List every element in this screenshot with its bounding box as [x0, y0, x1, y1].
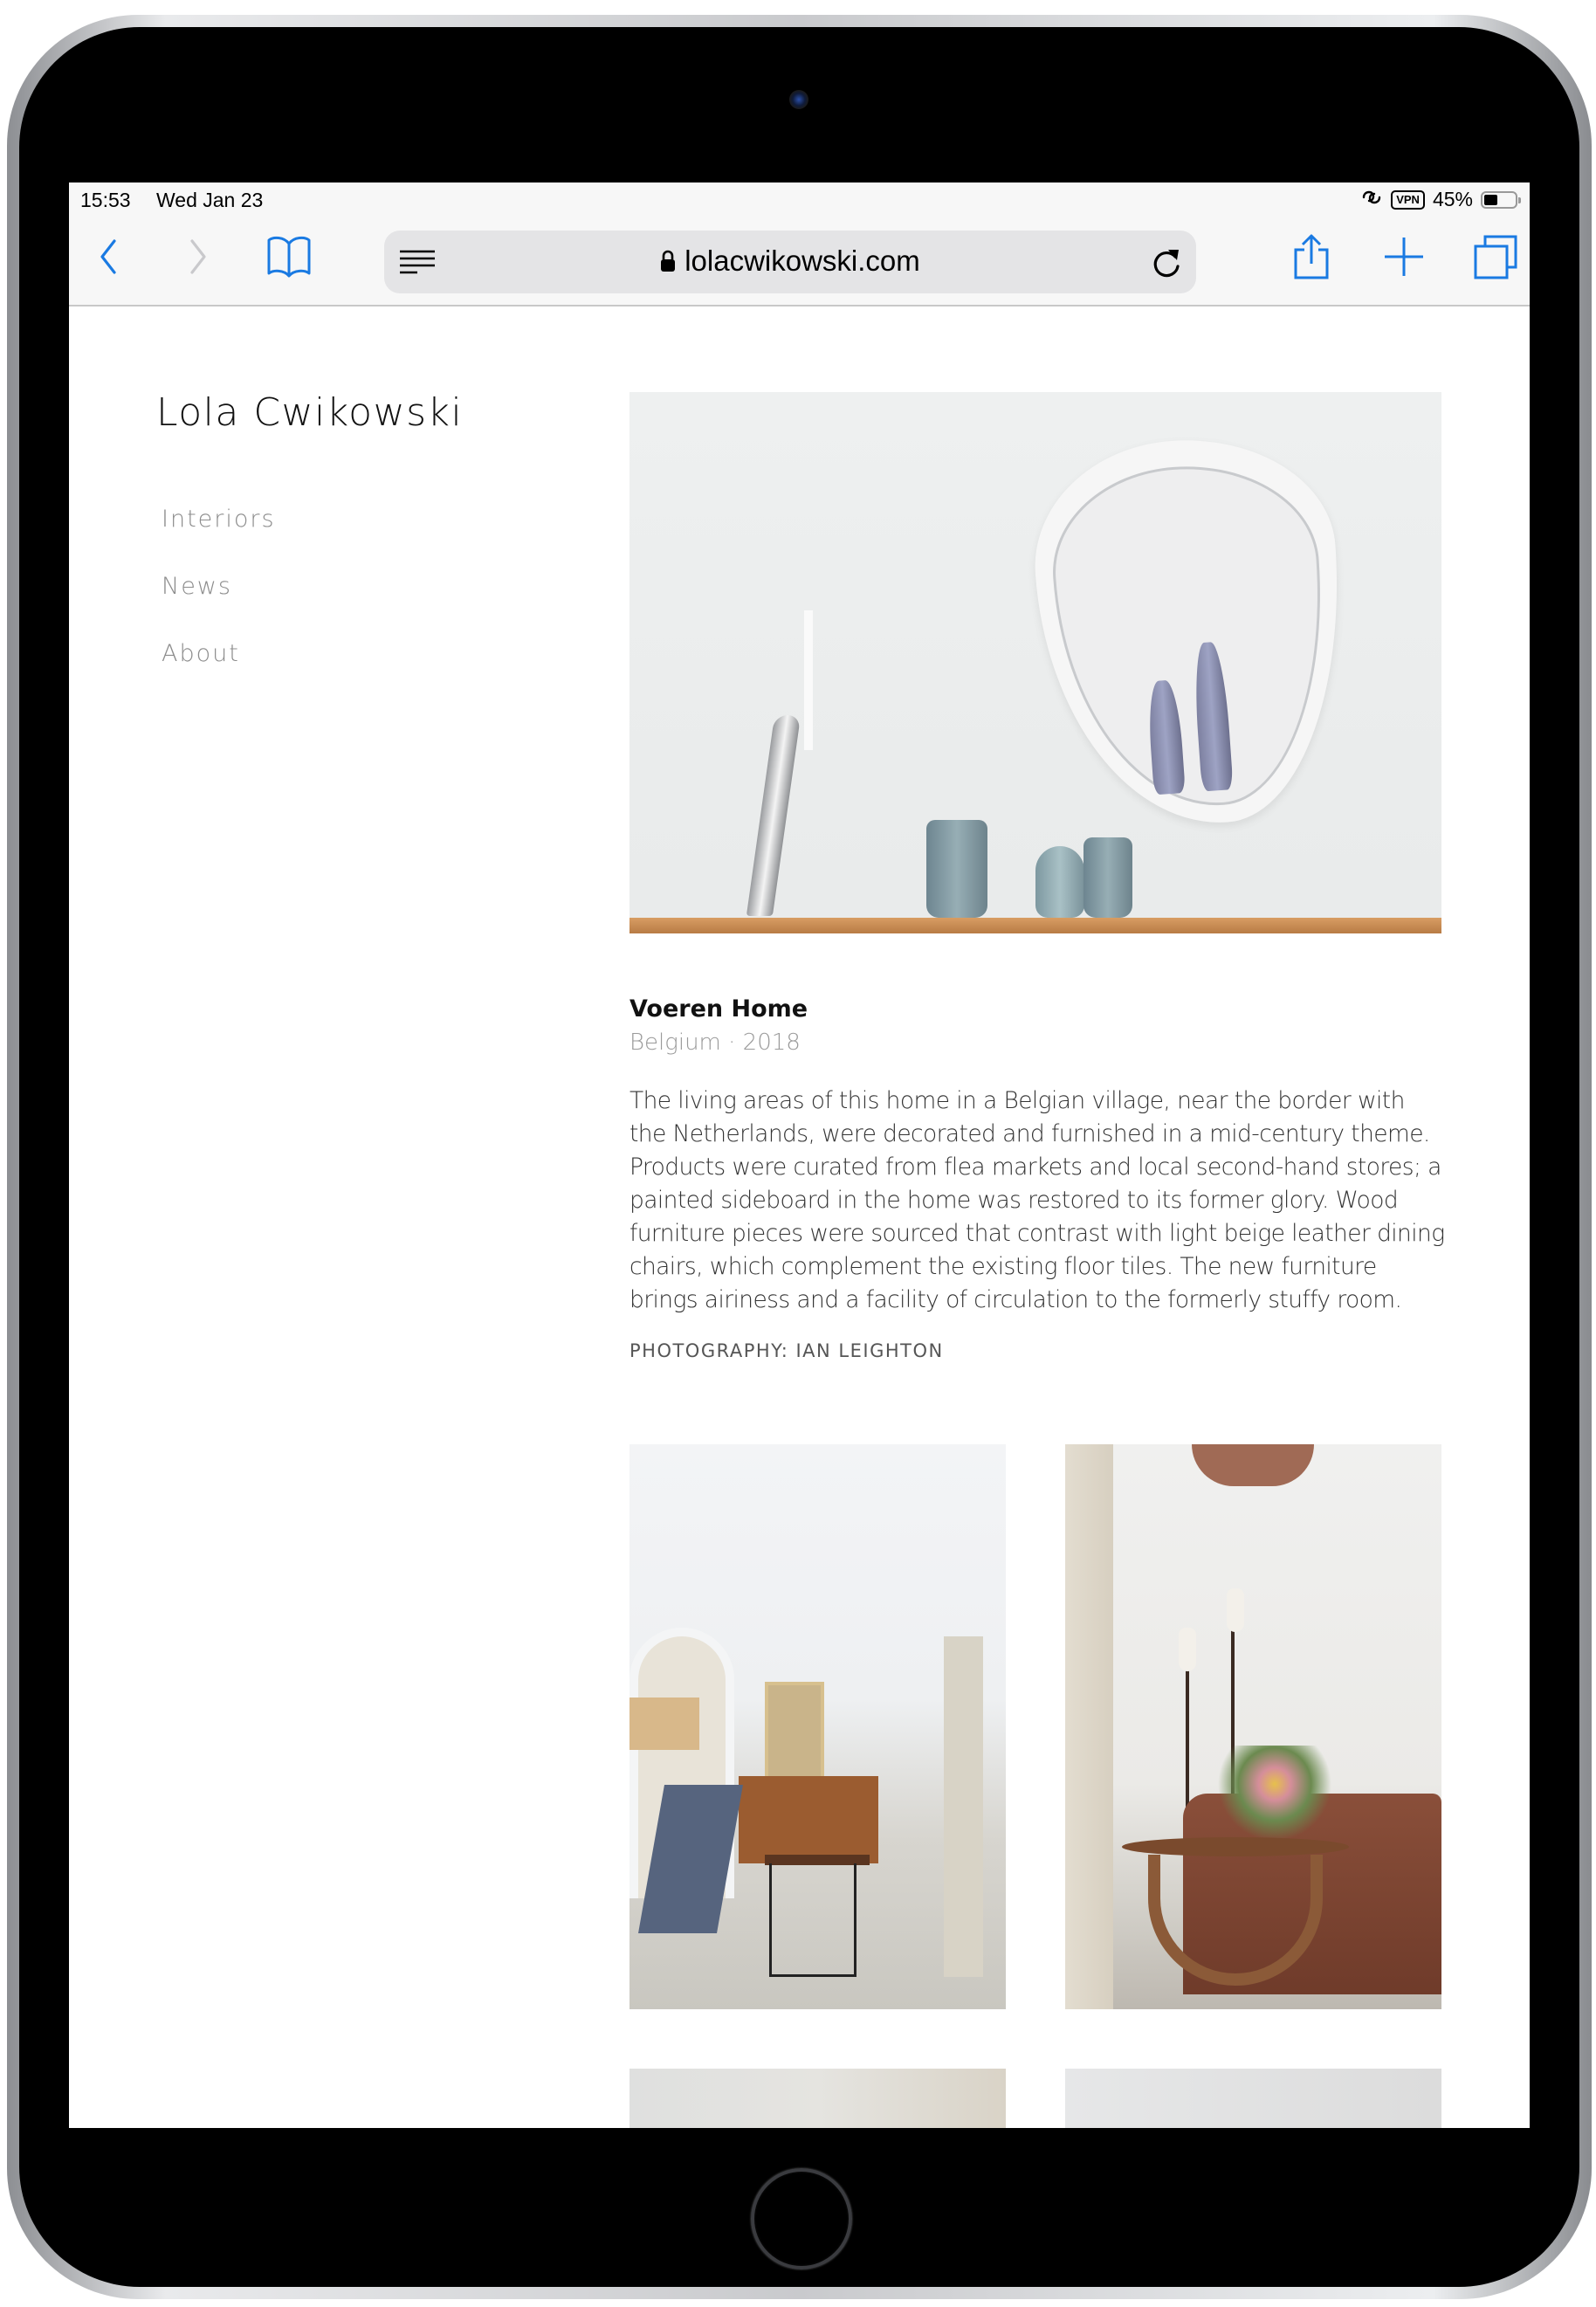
gallery-photo[interactable] — [629, 2069, 1006, 2128]
home-button[interactable] — [751, 2168, 852, 2269]
ceramic-jug — [926, 820, 987, 918]
curtain — [1065, 1444, 1113, 2009]
status-time: 15:53 — [80, 189, 131, 211]
forward-button[interactable] — [172, 231, 224, 283]
curtain — [944, 1636, 983, 1977]
pendant-lamp — [1192, 1444, 1314, 1486]
url-text: lolacwikowski.com — [684, 244, 920, 277]
hero-image[interactable] — [629, 392, 1441, 933]
mirror-shape — [1027, 430, 1354, 835]
nav-item-about[interactable]: About — [162, 640, 240, 667]
sideboard — [739, 1776, 878, 1863]
battery-percent: 45% — [1432, 188, 1473, 210]
status-date: Wed Jan 23 — [156, 189, 264, 211]
browser-toolbar: lolacwikowski.com — [69, 218, 1530, 306]
flower-bouquet — [1218, 1746, 1331, 1842]
status-bar: 15:53 Wed Jan 23 VPN 45% — [69, 182, 1530, 218]
nesting-table-legs — [769, 1863, 856, 1977]
address-bar[interactable]: lolacwikowski.com — [384, 231, 1196, 293]
chevron-right-icon — [190, 239, 206, 274]
battery-icon — [1481, 190, 1521, 209]
gallery-photo[interactable] — [629, 1444, 1006, 2009]
new-tab-button[interactable] — [1378, 231, 1430, 283]
gallery-photo[interactable] — [1065, 1444, 1441, 2009]
share-icon — [1294, 234, 1329, 279]
wooden-shelf — [629, 918, 1441, 933]
status-indicators: VPN 45% — [1360, 188, 1521, 211]
silver-candle-holder — [746, 715, 801, 916]
book-icon — [267, 236, 311, 278]
mirror-glass — [1046, 457, 1336, 816]
chevron-left-icon — [100, 239, 116, 274]
share-button[interactable] — [1285, 231, 1338, 283]
plus-icon — [1385, 238, 1423, 276]
reload-icon — [1153, 250, 1180, 278]
bookmarks-button[interactable] — [263, 231, 315, 283]
back-button[interactable] — [82, 231, 134, 283]
kitchen-cabinets — [629, 1698, 699, 1750]
nav-item-news[interactable]: News — [162, 573, 232, 600]
screen: 15:53 Wed Jan 23 VPN 45% lolacwikowski.c… — [69, 182, 1530, 2128]
battery-level — [1484, 194, 1497, 205]
project-description: The living areas of this home in a Belgi… — [629, 1087, 1445, 1313]
reload-button[interactable] — [1149, 243, 1184, 286]
candle — [804, 610, 813, 750]
vase-reflection — [1145, 679, 1186, 795]
lamp-shade — [1179, 1628, 1196, 1671]
battery-tip — [1518, 196, 1521, 203]
project-location-year: Belgium · 2018 — [629, 1030, 801, 1056]
tabs-icon — [1474, 235, 1517, 279]
vase-reflection — [1191, 641, 1234, 792]
link-icon — [1360, 188, 1383, 211]
nav-item-interiors[interactable]: Interiors — [162, 506, 276, 533]
photography-credit: PHOTOGRAPHY: IAN LEIGHTON — [629, 1340, 944, 1361]
coffee-table-top — [1122, 1837, 1349, 1856]
front-camera — [789, 90, 808, 109]
project-title: Voeren Home — [629, 995, 808, 1023]
site-logo[interactable]: Lola Cwikowski — [156, 390, 463, 435]
vpn-badge: VPN — [1391, 189, 1425, 210]
lamp-shade — [1227, 1588, 1244, 1632]
tabs-button[interactable] — [1469, 231, 1522, 283]
url-display[interactable]: lolacwikowski.com — [384, 244, 1196, 279]
ceramic-jug — [1083, 837, 1132, 918]
ceramic-vase — [1035, 846, 1084, 918]
lock-icon — [660, 246, 676, 279]
gallery-photo[interactable] — [1065, 2069, 1441, 2128]
